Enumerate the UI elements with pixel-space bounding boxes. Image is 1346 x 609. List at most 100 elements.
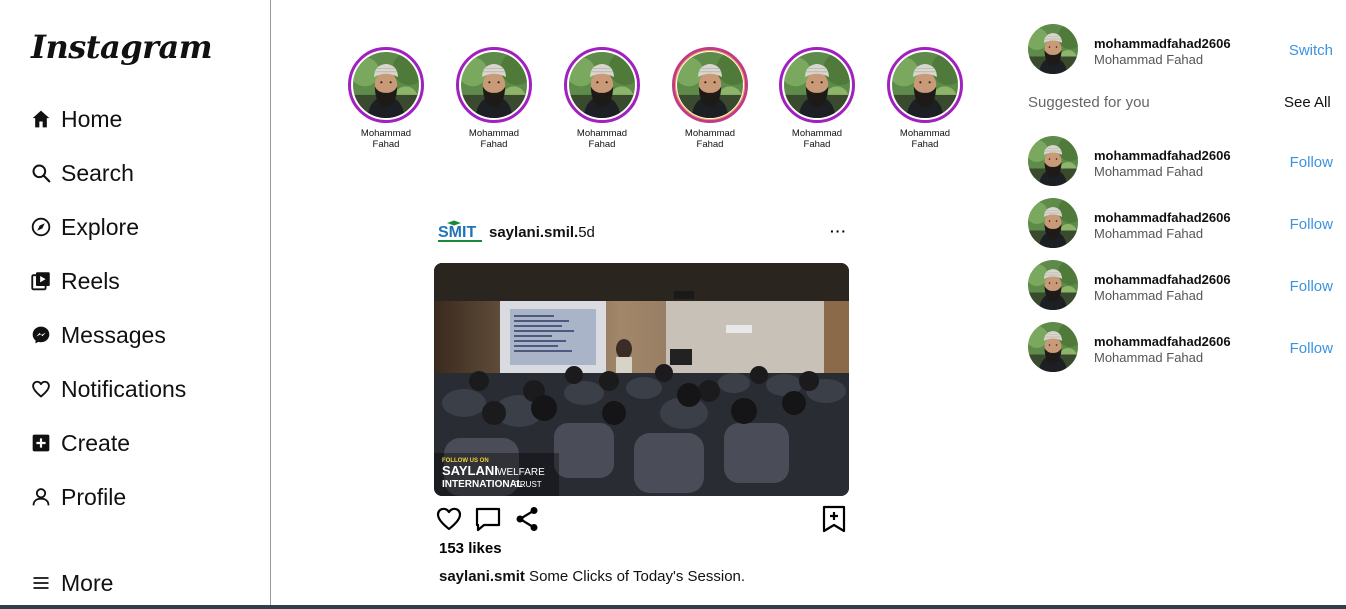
avatar[interactable] bbox=[1028, 136, 1078, 186]
avatar[interactable] bbox=[1028, 24, 1078, 74]
smit-logo-text: SMIT bbox=[438, 224, 476, 241]
story-ring bbox=[887, 47, 963, 123]
like-icon[interactable] bbox=[435, 505, 463, 533]
search-icon bbox=[31, 163, 51, 183]
follow-button[interactable]: Follow bbox=[1290, 278, 1333, 295]
story-label: Mohammad Fahad bbox=[468, 128, 520, 150]
menu-icon bbox=[31, 573, 51, 593]
sidebar-item-create[interactable]: Create bbox=[31, 428, 130, 458]
story-item[interactable]: Mohammad Fahad bbox=[885, 47, 965, 150]
avatar bbox=[461, 52, 527, 118]
sidebar-item-explore[interactable]: Explore bbox=[31, 212, 139, 242]
post-username[interactable]: saylani.smil.5d bbox=[489, 224, 595, 241]
avatar[interactable] bbox=[1028, 260, 1078, 310]
smit-logo[interactable]: SMIT bbox=[437, 220, 483, 244]
story-label: Mohammad Fahad bbox=[360, 128, 412, 150]
heart-icon bbox=[31, 379, 51, 399]
avatar[interactable] bbox=[1028, 198, 1078, 248]
sidebar-item-label: Messages bbox=[61, 321, 166, 348]
suggestion-row: mohammadfahad2606 Mohammad Fahad Follow bbox=[1028, 136, 1334, 186]
sidebar-item-reels[interactable]: Reels bbox=[31, 266, 120, 296]
suggested-heading: Suggested for you bbox=[1028, 94, 1150, 111]
sidebar-item-label: Create bbox=[61, 429, 131, 456]
story-ring bbox=[779, 47, 855, 123]
avatar bbox=[892, 52, 958, 118]
follow-button[interactable]: Follow bbox=[1290, 154, 1333, 171]
likes-count[interactable]: 153 likes bbox=[439, 540, 502, 557]
more-options-icon[interactable]: ··· bbox=[830, 223, 847, 239]
current-user-row: mohammadfahad2606 Mohammad Fahad Switch bbox=[1028, 24, 1334, 74]
caption-text: Some Clicks of Today's Session. bbox=[524, 568, 746, 585]
suggestion-username[interactable]: mohammadfahad2606 bbox=[1094, 272, 1231, 287]
suggestion-fullname: Mohammad Fahad bbox=[1094, 288, 1204, 303]
story-ring bbox=[564, 47, 640, 123]
follow-button[interactable]: Follow bbox=[1290, 216, 1333, 233]
comment-icon[interactable] bbox=[474, 505, 502, 533]
bookmark-add-icon[interactable] bbox=[820, 505, 848, 533]
share-icon[interactable] bbox=[513, 505, 541, 533]
sidebar-item-search[interactable]: Search bbox=[31, 158, 134, 188]
overlay-line1b: WELFARE bbox=[497, 467, 545, 478]
overlay-line2: INTERNATIONAL bbox=[442, 479, 523, 490]
suggestion-fullname: Mohammad Fahad bbox=[1094, 164, 1204, 179]
story-ring bbox=[672, 47, 748, 123]
suggestion-row: mohammadfahad2606 Mohammad Fahad Follow bbox=[1028, 260, 1334, 310]
see-all-link[interactable]: See All bbox=[1284, 94, 1331, 111]
story-item[interactable]: Mohammad Fahad bbox=[670, 47, 750, 150]
sidebar-item-label: Search bbox=[61, 159, 134, 186]
plus-square-icon bbox=[31, 433, 51, 453]
switch-button[interactable]: Switch bbox=[1289, 42, 1333, 59]
story-label: Mohammad Fahad bbox=[684, 128, 736, 150]
sidebar-item-messages[interactable]: Messages bbox=[31, 320, 166, 350]
sidebar-item-profile[interactable]: Profile bbox=[31, 482, 126, 512]
sidebar-item-notifications[interactable]: Notifications bbox=[31, 374, 186, 404]
bottom-divider bbox=[0, 605, 1346, 609]
follow-button[interactable]: Follow bbox=[1290, 340, 1333, 357]
home-icon bbox=[31, 109, 51, 129]
avatar bbox=[677, 52, 743, 118]
story-label: Mohammad Fahad bbox=[576, 128, 628, 150]
story-item[interactable]: Mohammad Fahad bbox=[777, 47, 857, 150]
story-ring bbox=[456, 47, 532, 123]
sidebar-item-label: Home bbox=[61, 105, 123, 132]
sidebar-item-home[interactable]: Home bbox=[31, 104, 122, 134]
story-item[interactable]: Mohammad Fahad bbox=[346, 47, 426, 150]
instagram-logo[interactable]: Instagram bbox=[31, 28, 213, 66]
sidebar-item-label: More bbox=[61, 569, 114, 596]
story-item[interactable]: Mohammad Fahad bbox=[454, 47, 534, 150]
user-icon bbox=[31, 487, 51, 507]
suggestion-username[interactable]: mohammadfahad2606 bbox=[1094, 148, 1231, 163]
sidebar-item-label: Reels bbox=[61, 267, 120, 294]
post-age: 5d bbox=[578, 224, 595, 241]
post-header: SMIT saylani.smil.5d ··· bbox=[434, 217, 849, 247]
post-image[interactable]: FOLLOW US ON SAYLANI WELFARE INTERNATION… bbox=[434, 263, 849, 496]
story-ring bbox=[348, 47, 424, 123]
suggestion-username[interactable]: mohammadfahad2606 bbox=[1094, 210, 1231, 225]
sidebar: Instagram Home Search Explore Reels Mess… bbox=[0, 0, 271, 607]
sidebar-item-label: Notifications bbox=[61, 375, 187, 402]
post-caption: saylani.smit Some Clicks of Today's Sess… bbox=[439, 568, 745, 585]
avatar[interactable] bbox=[1028, 322, 1078, 372]
sidebar-item-label: Explore bbox=[61, 213, 139, 240]
overlay-line2b: TRUST bbox=[515, 480, 542, 489]
avatar bbox=[353, 52, 419, 118]
sidebar-item-more[interactable]: More bbox=[31, 568, 113, 598]
story-label: Mohammad Fahad bbox=[791, 128, 843, 150]
suggestion-row: mohammadfahad2606 Mohammad Fahad Follow bbox=[1028, 322, 1334, 372]
story-item[interactable]: Mohammad Fahad bbox=[562, 47, 642, 150]
suggestion-row: mohammadfahad2606 Mohammad Fahad Follow bbox=[1028, 198, 1334, 248]
current-username[interactable]: mohammadfahad2606 bbox=[1094, 36, 1231, 51]
messenger-icon bbox=[31, 325, 51, 345]
suggestion-fullname: Mohammad Fahad bbox=[1094, 350, 1204, 365]
avatar bbox=[569, 52, 635, 118]
suggestion-fullname: Mohammad Fahad bbox=[1094, 226, 1204, 241]
overlay-line1: SAYLANI bbox=[442, 463, 498, 478]
session-photo: FOLLOW US ON SAYLANI WELFARE INTERNATION… bbox=[434, 263, 849, 496]
post-actions bbox=[434, 505, 849, 533]
compass-icon bbox=[31, 217, 51, 237]
post-username-text[interactable]: saylani.smil. bbox=[489, 224, 578, 241]
suggestion-username[interactable]: mohammadfahad2606 bbox=[1094, 334, 1231, 349]
caption-username[interactable]: saylani.smit bbox=[439, 568, 525, 585]
avatar bbox=[784, 52, 850, 118]
current-user-fullname: Mohammad Fahad bbox=[1094, 52, 1204, 67]
